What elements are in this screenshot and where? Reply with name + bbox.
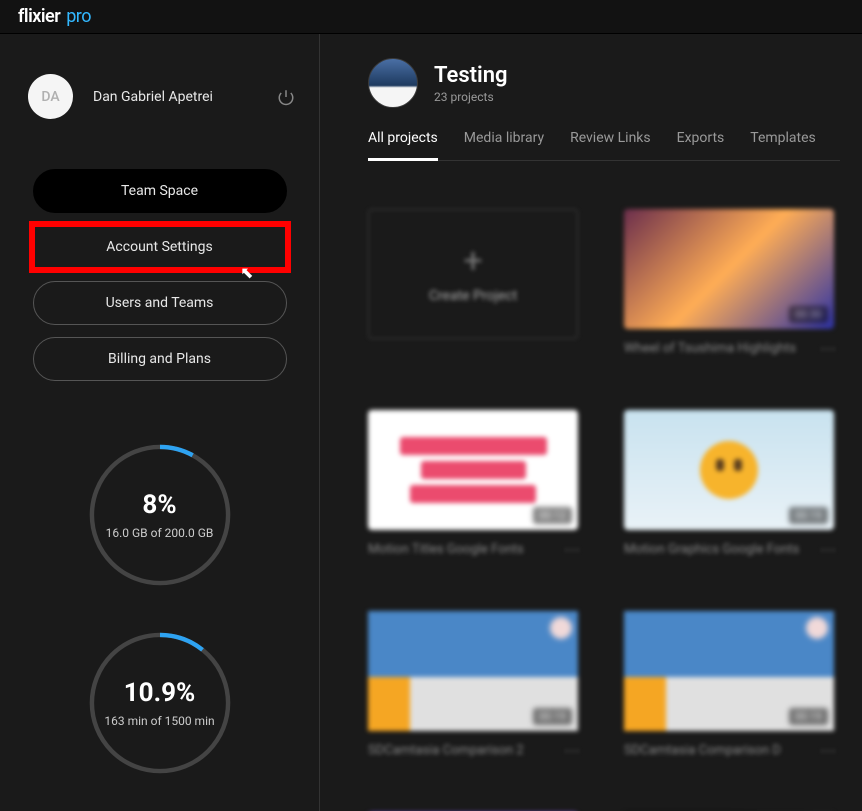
project-title: Motion Graphics Google Fonts	[624, 542, 799, 557]
more-icon[interactable]: ⋯	[820, 540, 834, 559]
project-title: Wheel of Tsushima Highlights	[624, 341, 796, 356]
owner-avatar-icon	[806, 617, 828, 639]
plus-icon: +	[463, 244, 482, 278]
workspace-header: Testing 23 projects	[368, 58, 840, 108]
project-title: SDCamtasia Comparison 2	[368, 743, 524, 758]
avatar[interactable]: DA	[28, 74, 73, 119]
project-card[interactable]: 00:19 SDCamtasia Comparison 2 ⋯	[368, 611, 578, 760]
workspace-title: Testing	[434, 63, 508, 88]
storage-detail: 16.0 GB of 200.0 GB	[106, 526, 214, 540]
tab-templates[interactable]: Templates	[750, 130, 816, 160]
nav-team-space[interactable]: Team Space	[33, 169, 287, 213]
main-content: Testing 23 projects All projects Media l…	[320, 34, 862, 811]
power-icon[interactable]	[277, 88, 295, 106]
more-icon[interactable]: ⋯	[820, 339, 834, 358]
nav-account-settings-label: Account Settings	[106, 239, 212, 255]
app-logo: flixier pro	[18, 6, 91, 27]
topbar: flixier pro	[0, 0, 862, 34]
user-name: Dan Gabriel Apetrei	[93, 89, 257, 105]
more-icon[interactable]: ⋯	[820, 741, 834, 760]
more-icon[interactable]: ⋯	[564, 540, 578, 559]
workspace-subtitle: 23 projects	[434, 90, 508, 104]
nav-users-teams[interactable]: Users and Teams	[33, 281, 287, 325]
user-row: DA Dan Gabriel Apetrei	[24, 74, 295, 119]
storage-gauge: 8% 16.0 GB of 200.0 GB	[86, 441, 234, 589]
gauges: 8% 16.0 GB of 200.0 GB 10.9% 163 min of …	[24, 441, 295, 777]
more-icon[interactable]: ⋯	[564, 741, 578, 760]
project-card[interactable]: 00:30 Wheel of Tsushima Highlights ⋯	[624, 209, 834, 358]
logo-name: flixier	[18, 6, 60, 27]
logo-tier: pro	[66, 6, 91, 27]
duration-badge: 00:19	[789, 507, 828, 524]
duration-badge: 00:12	[533, 507, 572, 524]
project-title: Motion Titles Google Fonts	[368, 542, 524, 557]
create-project-label: Create Project	[429, 288, 517, 304]
render-percent: 10.9%	[124, 678, 196, 708]
project-card[interactable]: 00:19 Motion Graphics Google Fonts ⋯	[624, 410, 834, 559]
nav-account-settings[interactable]: Account Settings ⬉	[33, 225, 287, 269]
project-title: SDCamtasia Comparison D	[624, 743, 781, 758]
tab-all-projects[interactable]: All projects	[368, 130, 438, 161]
storage-percent: 8%	[142, 490, 176, 520]
duration-badge: 00:30	[789, 306, 828, 323]
project-card[interactable]: 00:19 SDCamtasia Comparison D ⋯	[624, 611, 834, 760]
render-detail: 163 min of 1500 min	[104, 714, 214, 728]
duration-badge: 00:19	[789, 708, 828, 725]
owner-avatar-icon	[550, 617, 572, 639]
tab-review-links[interactable]: Review Links	[570, 130, 651, 160]
project-card[interactable]: 00:12 Motion Titles Google Fonts ⋯	[368, 410, 578, 559]
nav-billing[interactable]: Billing and Plans	[33, 337, 287, 381]
tab-media-library[interactable]: Media library	[464, 130, 544, 160]
duration-badge: 00:19	[533, 708, 572, 725]
cursor-icon: ⬉	[240, 263, 253, 282]
sidebar: DA Dan Gabriel Apetrei Team Space Accoun…	[0, 34, 320, 811]
create-project-card[interactable]: + Create Project	[368, 209, 578, 358]
workspace-avatar[interactable]	[368, 58, 418, 108]
tab-exports[interactable]: Exports	[677, 130, 725, 160]
nav-buttons: Team Space Account Settings ⬉ Users and …	[24, 169, 295, 381]
tabs: All projects Media library Review Links …	[368, 130, 840, 161]
render-gauge: 10.9% 163 min of 1500 min	[86, 629, 234, 777]
projects-grid: + Create Project 00:30 Wheel of Tsushima…	[368, 209, 840, 811]
